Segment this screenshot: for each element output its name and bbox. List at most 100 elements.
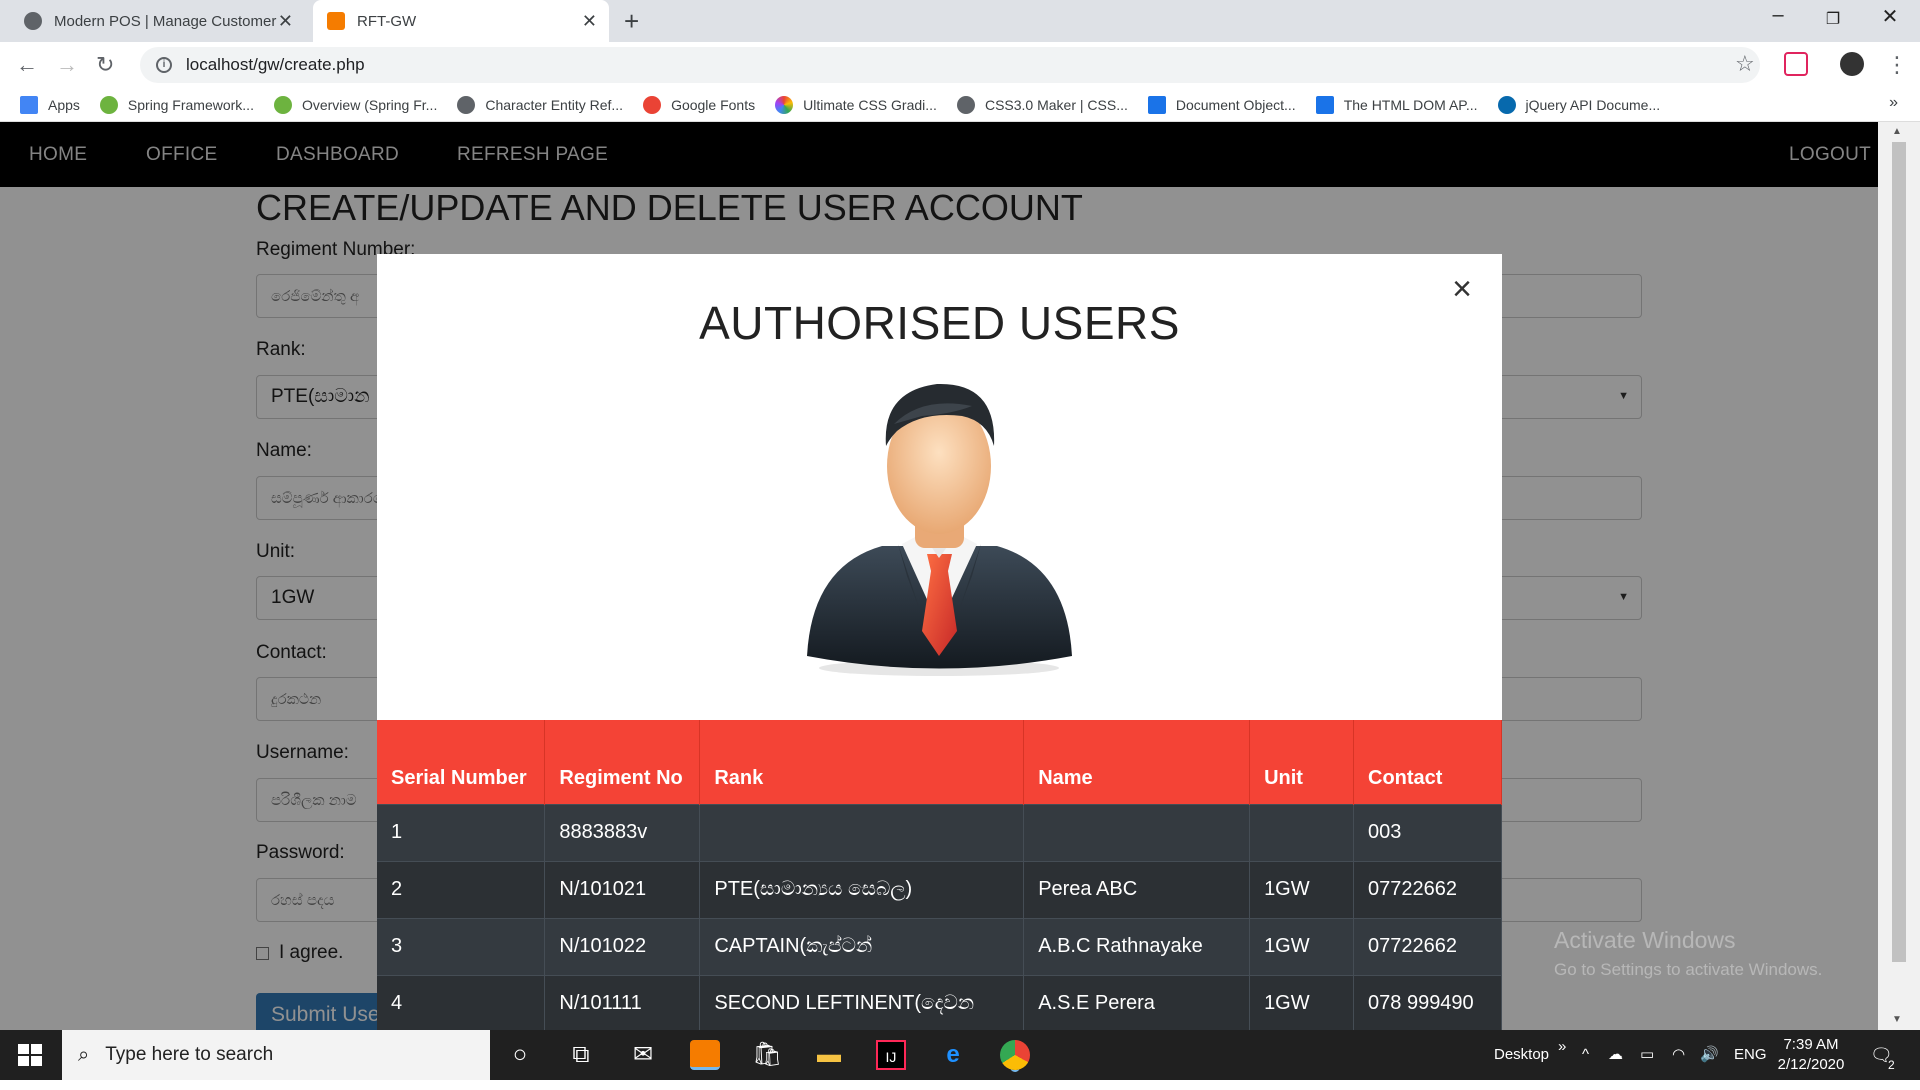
edge-icon[interactable]: e (938, 1040, 968, 1070)
bookmark-item[interactable]: jQuery API Docume... (1497, 95, 1660, 114)
authorised-users-table: Serial Number Regiment No Rank Name Unit… (377, 720, 1502, 1030)
bookmark-item[interactable]: CSS3.0 Maker | CSS... (956, 95, 1128, 114)
bookmark-label: Overview (Spring Fr... (301, 96, 438, 113)
scroll-down-icon[interactable]: ▼ (1892, 1014, 1902, 1025)
cell-contact: 07722662 (1353, 917, 1502, 975)
bookmark-label: Google Fonts (671, 96, 756, 113)
clock-date: 2/12/2020 (1777, 1056, 1845, 1073)
chrome-icon[interactable] (1000, 1040, 1030, 1070)
col-header: Rank (699, 720, 1025, 804)
page-scrollbar[interactable]: ▲ ▼ (1878, 122, 1920, 1030)
forward-icon[interactable]: → (56, 52, 78, 78)
profile-avatar[interactable] (1840, 52, 1864, 76)
restore-icon[interactable]: ❐ (1813, 9, 1853, 29)
table-row[interactable]: 4 N/101111 SECOND LEFTINENT(දෙවන A.S.E P… (377, 974, 1502, 1030)
store-icon[interactable]: 🛍 (752, 1040, 782, 1070)
globe-icon (24, 12, 42, 30)
xampp-icon (327, 12, 345, 30)
bookmark-item[interactable]: Overview (Spring Fr... (273, 95, 438, 114)
taskbar-search-input[interactable]: ⌕ Type here to search (62, 1030, 490, 1080)
cell-name (1023, 803, 1251, 861)
new-tab-icon[interactable]: + (624, 6, 639, 37)
bookmark-label: Spring Framework... (127, 96, 254, 113)
cell-unit: 1GW (1249, 974, 1355, 1030)
bookmarks-bar: Apps Spring Framework... Overview (Sprin… (0, 88, 1920, 122)
cell-unit: 1GW (1249, 860, 1355, 918)
apps-icon (20, 95, 38, 114)
notification-count: 2 (1888, 1058, 1895, 1072)
task-view-icon[interactable]: ⧉ (566, 1040, 596, 1070)
language-indicator[interactable]: ENG (1734, 1030, 1767, 1080)
cell-regiment-no: N/101111 (544, 974, 701, 1030)
clock-time: 7:39 AM (1783, 1036, 1839, 1053)
mail-icon[interactable]: ✉ (628, 1040, 658, 1070)
table-row[interactable]: 3 N/101022 CAPTAIN(කැප්ටන් A.B.C Rathnay… (377, 917, 1502, 975)
close-tab-icon[interactable]: ✕ (278, 11, 293, 32)
windows-start-icon[interactable] (18, 1044, 42, 1066)
scrollbar-thumb[interactable] (1892, 142, 1906, 962)
tab-title: RFT-GW (357, 12, 417, 30)
xampp-icon[interactable] (690, 1040, 720, 1070)
cell-unit: 1GW (1249, 917, 1355, 975)
bookmark-label: Apps (48, 96, 80, 113)
bookmark-item[interactable]: Character Entity Ref... (457, 95, 624, 114)
info-icon[interactable]: i (156, 57, 172, 73)
menu-icon[interactable]: ⋮ (1886, 52, 1908, 78)
back-icon[interactable]: ← (16, 52, 38, 78)
browser-tab-pos[interactable]: Modern POS | Manage Customer ✕ (10, 0, 305, 42)
col-header: Contact (1353, 720, 1502, 804)
cell-name: Perea ABC (1023, 860, 1251, 918)
volume-icon[interactable]: 🔊 (1700, 1030, 1719, 1080)
gradient-icon (775, 95, 794, 114)
reload-icon[interactable]: ↻ (96, 52, 114, 78)
globe-icon (956, 95, 975, 114)
page-viewport: HOME OFFICE DASHBOARD REFRESH PAGE LOGOU… (0, 122, 1920, 1030)
bookmark-item[interactable]: The HTML DOM AP... (1315, 95, 1478, 114)
onedrive-icon[interactable]: ☁ (1608, 1030, 1623, 1080)
scroll-up-icon[interactable]: ▲ (1892, 126, 1902, 137)
pocket-icon[interactable] (1784, 52, 1808, 76)
browser-tab-strip: Modern POS | Manage Customer ✕ RFT-GW ✕ … (0, 0, 1920, 42)
windows-taskbar: ⌕ Type here to search ○ ⧉ ✉ 🛍 ▬ IJ e Des… (0, 1030, 1920, 1080)
bookmark-item[interactable]: Spring Framework... (99, 95, 254, 114)
chevron-up-icon[interactable]: ^ (1582, 1030, 1589, 1080)
tab-title: Modern POS | Manage Customer (54, 12, 277, 30)
table-row[interactable]: 1 8883883v 003 (377, 803, 1502, 861)
cell-rank: CAPTAIN(කැප්ටන් (699, 917, 1025, 975)
wifi-icon[interactable]: ◠ (1672, 1030, 1685, 1080)
mdn-icon (1147, 95, 1166, 114)
bookmark-star-icon[interactable]: ☆ (1735, 51, 1755, 77)
browser-tab-rft[interactable]: RFT-GW ✕ (313, 0, 609, 42)
authorised-users-modal: × AUTHORISED USERS Serial Number Regimen… (377, 254, 1502, 1030)
bookmark-label: Document Object... (1175, 96, 1296, 113)
modal-title: AUTHORISED USERS (699, 297, 1180, 349)
cell-regiment-no: N/101022 (544, 917, 701, 975)
file-explorer-icon[interactable]: ▬ (814, 1040, 844, 1070)
cell-serial: 4 (377, 974, 546, 1030)
battery-icon[interactable]: ▭ (1640, 1030, 1654, 1080)
intellij-icon[interactable]: IJ (876, 1040, 906, 1070)
desktop-toolbar-label[interactable]: Desktop (1494, 1030, 1549, 1080)
user-avatar-illustration (807, 383, 1072, 676)
spring-icon (273, 95, 292, 114)
close-window-icon[interactable]: ✕ (1870, 4, 1910, 29)
bookmark-label: Character Entity Ref... (485, 96, 624, 113)
cortana-icon[interactable]: ○ (505, 1040, 535, 1070)
table-header-row: Serial Number Regiment No Rank Name Unit… (377, 720, 1502, 804)
system-clock[interactable]: 7:39 AM 2/12/2020 (1766, 1035, 1856, 1075)
table-row[interactable]: 2 N/101021 PTE(සාමාන්‍යය සෙබල) Perea ABC… (377, 860, 1502, 918)
col-header: Unit (1249, 720, 1355, 804)
url-field[interactable]: i localhost/gw/create.php (140, 47, 1760, 83)
bookmark-item[interactable]: Document Object... (1147, 95, 1296, 114)
close-tab-icon[interactable]: ✕ (582, 11, 597, 32)
bookmark-item[interactable]: Ultimate CSS Gradi... (775, 95, 937, 114)
bookmark-item[interactable]: Google Fonts (643, 95, 756, 114)
more-bookmarks-icon[interactable]: » (1889, 94, 1898, 112)
bookmark-label: CSS3.0 Maker | CSS... (984, 96, 1128, 113)
minimize-icon[interactable]: – (1758, 4, 1798, 27)
search-icon: ⌕ (78, 1043, 90, 1066)
watermark-title: Activate Windows (1554, 927, 1736, 953)
bookmark-apps[interactable]: Apps (20, 95, 80, 114)
toolbar-expand-icon[interactable]: » (1558, 1022, 1566, 1072)
jquery-icon (1497, 95, 1516, 114)
